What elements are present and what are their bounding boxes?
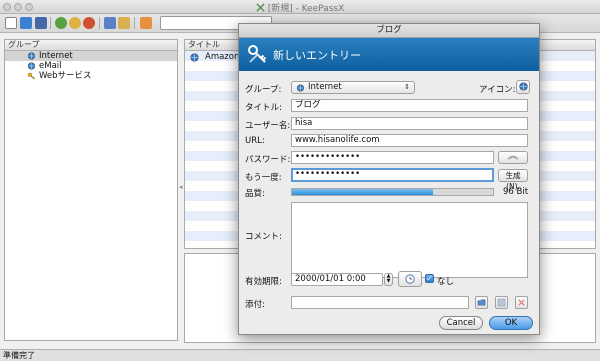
open-database-icon[interactable] xyxy=(20,17,32,29)
open-attachment-button[interactable] xyxy=(475,296,488,309)
repeat-password-field[interactable]: ••••••••••••• xyxy=(291,168,494,182)
ok-button[interactable]: OK xyxy=(489,316,533,330)
save-attachment-button[interactable] xyxy=(495,296,508,309)
icon-label: アイコン: xyxy=(479,85,516,95)
copy-username-icon[interactable] xyxy=(104,17,116,29)
password-quality-fill xyxy=(292,189,433,195)
toolbar-separator xyxy=(99,17,100,29)
group-item-web-services[interactable]: Webサービス xyxy=(5,71,177,81)
new-entry-dialog: ブログ 新しいエントリー グループ: Internet ⇕ アイコン: タイトル… xyxy=(238,23,540,335)
globe-icon xyxy=(190,53,199,62)
clock-icon xyxy=(405,274,415,284)
delete-attachment-button[interactable] xyxy=(515,296,528,309)
username-label: ユーザー名: xyxy=(245,121,291,131)
quality-label: 品質: xyxy=(245,189,265,199)
status-bar: 準備完了 xyxy=(0,349,600,361)
group-item-internet[interactable]: Internet xyxy=(5,51,177,61)
globe-icon xyxy=(27,52,36,60)
lock-workspace-icon[interactable] xyxy=(140,17,152,29)
group-item-label: Internet xyxy=(39,51,73,61)
updown-arrow-icon: ⇕ xyxy=(404,83,410,91)
group-item-email[interactable]: eMail xyxy=(5,61,177,71)
eye-icon xyxy=(507,155,519,160)
expires-label: 有効期限: xyxy=(245,277,282,287)
group-item-label: eMail xyxy=(39,61,62,71)
keepassx-icon xyxy=(256,3,265,12)
expires-stepper[interactable]: ▲ ▼ xyxy=(384,273,393,286)
cancel-button[interactable]: Cancel xyxy=(439,316,483,330)
dialog-banner-title: 新しいエントリー xyxy=(273,49,361,62)
icon-picker-button[interactable] xyxy=(516,80,530,94)
key-icon xyxy=(27,72,36,80)
globe-icon xyxy=(518,82,528,91)
expires-never-checkbox[interactable]: ✓ xyxy=(425,274,434,283)
comment-textarea[interactable] xyxy=(291,202,528,278)
password-quality-bar xyxy=(291,188,494,196)
splitter-handle[interactable]: ◂ xyxy=(179,183,183,191)
edit-entry-icon[interactable] xyxy=(69,17,81,29)
entry-title: Amazon xyxy=(205,52,240,62)
save-database-icon[interactable] xyxy=(35,17,47,29)
save-icon xyxy=(497,298,506,307)
title-field[interactable]: ブログ xyxy=(291,99,528,112)
group-tree[interactable]: グループ Internet eMail Webサービス xyxy=(4,39,178,341)
generate-password-button[interactable]: 生成(N). xyxy=(498,169,528,191)
group-item-label: Webサービス xyxy=(39,71,92,81)
entry-row[interactable]: Amazon xyxy=(185,52,245,63)
show-password-button[interactable] xyxy=(498,151,528,164)
toolbar-separator xyxy=(50,17,51,29)
folder-open-icon xyxy=(477,299,486,306)
comment-label: コメント: xyxy=(245,232,282,242)
toolbar-separator xyxy=(134,17,135,29)
url-field[interactable]: www.hisanolife.com xyxy=(291,134,528,147)
checkmark-icon: ✓ xyxy=(426,274,433,283)
group-select-value: Internet xyxy=(308,82,342,92)
new-database-icon[interactable] xyxy=(5,17,17,29)
delete-entry-icon[interactable] xyxy=(83,17,95,29)
repeat-password-label: もう一度: xyxy=(245,173,282,183)
group-label: グループ: xyxy=(245,85,282,95)
expires-preset-button[interactable] xyxy=(398,271,422,287)
url-label: URL: xyxy=(245,136,265,146)
expires-never-label: なし xyxy=(437,277,455,287)
password-field[interactable]: ••••••••••••• xyxy=(291,151,494,164)
group-select[interactable]: Internet ⇕ xyxy=(291,81,415,94)
keepassx-logo-icon xyxy=(248,45,267,63)
window-title: [新規] - KeePassX xyxy=(267,4,345,14)
globe-icon xyxy=(27,62,36,70)
add-entry-icon[interactable] xyxy=(55,17,67,29)
attachment-field xyxy=(291,296,469,309)
copy-password-icon[interactable] xyxy=(118,17,130,29)
window-titlebar: [新規] - KeePassX xyxy=(0,0,600,14)
dialog-title: ブログ xyxy=(239,24,539,38)
username-field[interactable]: hisa xyxy=(291,117,528,130)
expires-datetime-field[interactable]: 2000/01/01 0:00 xyxy=(291,273,383,286)
globe-icon xyxy=(296,84,305,92)
title-label: タイトル: xyxy=(245,103,282,113)
quality-bits-text: 96 Bit xyxy=(503,187,529,197)
dialog-banner: 新しいエントリー xyxy=(239,38,539,71)
password-label: パスワード: xyxy=(245,155,291,165)
attachment-label: 添付: xyxy=(245,300,265,310)
delete-icon xyxy=(518,299,525,306)
group-tree-header: グループ xyxy=(5,40,177,51)
